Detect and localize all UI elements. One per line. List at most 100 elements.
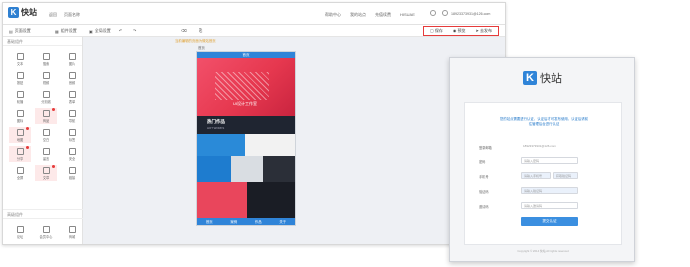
component-18[interactable]: 全屏 <box>9 165 31 181</box>
advanced-2[interactable]: 商城 <box>61 224 83 240</box>
redo-button[interactable]: ↷ <box>133 28 136 33</box>
map-icon <box>16 128 24 136</box>
component-8[interactable]: 表单 <box>61 89 83 105</box>
banner-image[interactable]: UI设计工作室 <box>197 58 295 116</box>
field-label-code: 验证码 <box>479 190 489 194</box>
component-9[interactable]: 图标 <box>9 108 31 124</box>
component-label: 空白 <box>42 137 50 142</box>
nav-sites[interactable]: 我的站点 <box>350 12 366 18</box>
global-settings-label: 全局设置 <box>94 28 111 33</box>
component-15[interactable]: 分享 <box>9 146 31 162</box>
submit-button[interactable]: 提交认证 <box>521 217 578 226</box>
component-5[interactable]: 音频 <box>61 70 83 86</box>
component-1[interactable]: 搜索 <box>35 51 57 67</box>
component-7[interactable]: 分割线 <box>35 89 57 105</box>
nav-extra[interactable]: HISUAE <box>400 12 415 18</box>
publish-label: 去发布 <box>480 28 492 33</box>
advanced-components-heading: 高级组件 <box>3 210 83 219</box>
footer-tab-works[interactable]: 作品 <box>255 219 262 224</box>
breadcrumb-page[interactable]: 页面名称 <box>64 12 80 18</box>
publish-button[interactable]: ➤ 去发布 <box>476 28 492 34</box>
breadcrumb-back[interactable]: 返回 <box>49 12 57 18</box>
component-12[interactable]: 地图 <box>9 127 31 143</box>
undo-button[interactable]: ↶ <box>119 28 122 33</box>
work-tile-7[interactable] <box>247 182 295 220</box>
component-4[interactable]: 视频 <box>35 70 57 86</box>
component-6[interactable]: 轮播 <box>9 89 31 105</box>
component-label: 论坛 <box>16 234 24 239</box>
component-label: 文本 <box>16 61 24 66</box>
component-10[interactable]: 商品 <box>35 108 57 124</box>
component-label: 全屏 <box>16 175 24 180</box>
component-17[interactable]: 安全 <box>61 146 83 162</box>
nav-recharge[interactable]: 充值续费 <box>375 12 391 18</box>
component-14[interactable]: 标签 <box>61 127 83 143</box>
component-label: 按钮 <box>16 80 24 85</box>
work-tile-2[interactable] <box>245 134 295 156</box>
form-icon <box>68 90 76 98</box>
component-label: 分割线 <box>41 99 51 104</box>
image-icon <box>68 52 76 60</box>
user-icon[interactable] <box>442 10 448 16</box>
fullscreen-icon <box>16 166 24 174</box>
global-settings-button[interactable]: ▣ 全局设置 <box>89 28 111 34</box>
new-badge <box>26 146 29 149</box>
preview-button[interactable]: ◉ 预览 <box>453 28 466 34</box>
hot-works-header: 热门作品 HOT WORKS <box>197 116 295 134</box>
component-label: 搜索 <box>42 61 50 66</box>
account-email[interactable]: 18923373931@126.com <box>451 12 490 16</box>
advanced-components: 高级组件 论坛 会员中心 商城 <box>3 209 83 244</box>
password-input[interactable]: 请输入密码 <box>521 157 578 164</box>
undo-icon: ↶ <box>119 28 123 33</box>
advanced-0[interactable]: 论坛 <box>9 224 31 240</box>
work-tile-5[interactable] <box>263 156 295 182</box>
advanced-1[interactable]: 会员中心 <box>35 224 57 240</box>
component-19[interactable]: 文章 <box>35 165 57 181</box>
banner-title: UI设计工作室 <box>233 101 257 106</box>
footer-tab-cases[interactable]: 案例 <box>230 219 237 224</box>
footer-tab-about[interactable]: 关于 <box>279 219 286 224</box>
toolbar: ▤ 页面设置 ▦ 组件设置 ▣ 全局设置 ↶ ↷ ⌫ ⎘ ▢ 保存 ◉ 预览 ➤ 去发… <box>3 25 505 37</box>
component-16[interactable]: 留言 <box>35 146 57 162</box>
component-11[interactable]: 导航 <box>61 108 83 124</box>
blank-icon <box>42 128 50 136</box>
invite-input[interactable]: 请输入邀请码 <box>521 202 578 209</box>
component-icon: ▦ <box>55 28 59 34</box>
section-subtitle: HOT WORKS <box>207 126 225 130</box>
page-settings-button[interactable]: ▤ 页面设置 <box>9 28 31 34</box>
component-settings-button[interactable]: ▦ 组件设置 <box>55 28 77 34</box>
component-2[interactable]: 图片 <box>61 51 83 67</box>
component-label: 视频 <box>42 80 50 85</box>
icon-icon <box>16 109 24 117</box>
delete-button[interactable]: ⌫ <box>181 28 187 33</box>
notification-icon[interactable] <box>430 10 436 16</box>
work-tile-6[interactable] <box>197 182 247 220</box>
component-13[interactable]: 空白 <box>35 127 57 143</box>
component-0[interactable]: 文本 <box>9 51 31 67</box>
phone-input[interactable]: 请输入手机号 <box>521 172 551 179</box>
save-button[interactable]: ▢ 保存 <box>430 28 443 34</box>
divider-icon <box>42 90 50 98</box>
work-tile-4[interactable] <box>231 156 263 182</box>
component-20[interactable]: 链接 <box>61 165 83 181</box>
get-code-button[interactable]: 获取验证码 <box>553 172 578 179</box>
component-3[interactable]: 按钮 <box>9 70 31 86</box>
text-icon <box>16 52 24 60</box>
work-tile-1[interactable] <box>197 134 245 156</box>
nav-help[interactable]: 帮助中心 <box>325 12 341 18</box>
code-input[interactable]: 请输入验证码 <box>521 187 578 194</box>
phone-preview[interactable]: 首页 UI设计工作室 热门作品 HOT WORKS 首页 案例 作品 关于 <box>196 51 296 226</box>
login-brand-name: 快站 <box>540 73 562 85</box>
article-icon <box>42 166 50 174</box>
work-tile-3[interactable] <box>197 156 231 182</box>
footer-tab-home[interactable]: 首页 <box>206 219 213 224</box>
brand-logo[interactable]: K 快站 <box>8 7 37 18</box>
logo-icon: K <box>523 71 537 85</box>
forum-icon <box>16 225 24 233</box>
field-label-password: 密码 <box>479 160 486 164</box>
component-label: 商品 <box>42 118 50 123</box>
component-sidebar: 基础组件 文本 搜索 图片 按钮 视频 音频 轮播 分割线 表单 图标 商品 导航 地图 空白 标签 分享 留言… <box>3 37 83 244</box>
nav-icon <box>68 109 76 117</box>
comment-icon <box>42 147 50 155</box>
copy-button[interactable]: ⎘ <box>199 28 202 33</box>
